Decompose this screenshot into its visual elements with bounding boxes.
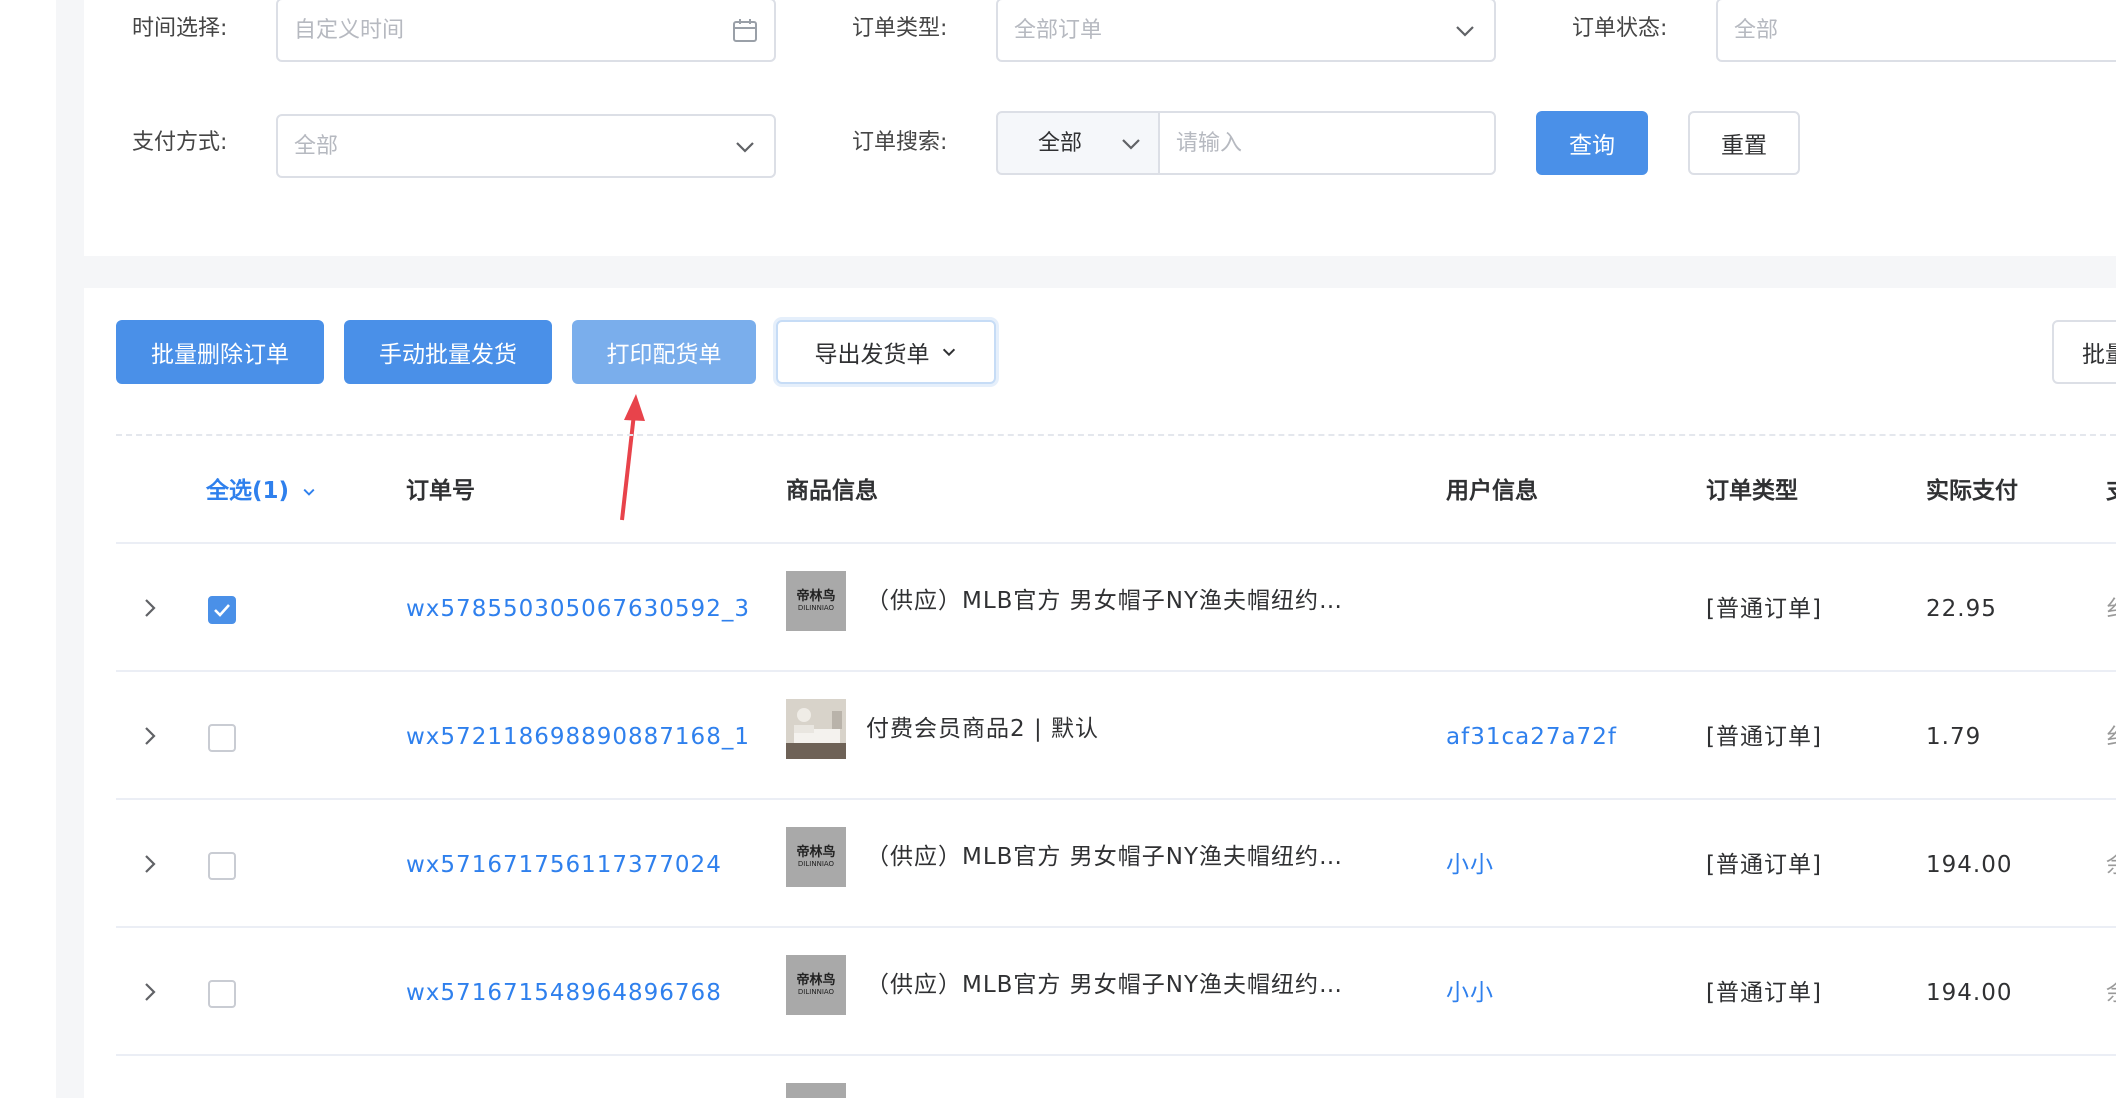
query-button[interactable]: 查询 — [1536, 111, 1648, 175]
calendar-icon — [733, 19, 757, 42]
order-search-placeholder: 请输入 — [1176, 131, 1243, 156]
chevron-right-icon[interactable] — [140, 598, 160, 618]
row-checkbox[interactable] — [208, 852, 236, 880]
column-product: 商品信息 — [786, 478, 878, 504]
chevron-right-icon[interactable] — [140, 982, 160, 1002]
thumbnail-brand-sub: DILINNIAO — [797, 860, 835, 868]
row-divider — [116, 1054, 2116, 1056]
chevron-down-icon — [736, 142, 754, 153]
pay-method-select[interactable]: 全部 — [276, 114, 776, 178]
batch-delete-button[interactable]: 批量删除订单 — [116, 320, 324, 384]
user-info-link[interactable]: af31ca27a72f — [1446, 722, 1617, 752]
order-type-value: [普通订单] — [1706, 852, 1822, 878]
column-order-no: 订单号 — [406, 478, 475, 504]
column-partial: 支 — [2106, 476, 2116, 506]
product-name: （供应）MLB官方 男女帽子NY渔夫帽纽约… — [866, 844, 1344, 870]
paid-amount: 1.79 — [1926, 724, 1982, 750]
product-name: （供应）MLB官方 男女帽子NY渔夫帽纽约… — [866, 588, 1344, 614]
reset-button[interactable]: 重置 — [1688, 111, 1800, 175]
row-divider — [116, 542, 2116, 544]
clipped-cell: 余 — [2106, 978, 2116, 1008]
paid-amount: 22.95 — [1926, 596, 1997, 622]
select-all-toggle[interactable]: 全选(1) — [206, 476, 317, 506]
order-type-value: [普通订单] — [1706, 980, 1822, 1006]
chevron-right-icon[interactable] — [140, 726, 160, 746]
row-divider — [116, 670, 2116, 672]
time-range-placeholder: 自定义时间 — [294, 18, 405, 43]
thumbnail-brand: 帝林鸟 — [796, 845, 836, 860]
column-order-type: 订单类型 — [1706, 478, 1798, 504]
row-divider — [116, 926, 2116, 928]
row-checkbox[interactable] — [208, 596, 236, 624]
chevron-right-icon[interactable] — [140, 854, 160, 874]
order-number-link[interactable]: wx578550305067630592_3 — [406, 594, 750, 624]
order-number-link[interactable]: wx571671756117377024 — [406, 850, 722, 880]
chevron-down-icon — [303, 488, 315, 496]
export-shipping-label: 导出发货单 — [814, 342, 930, 368]
export-shipping-button[interactable]: 导出发货单 — [776, 320, 996, 384]
paid-amount: 194.00 — [1926, 852, 2013, 878]
order-search-input[interactable]: 请输入 — [1158, 111, 1496, 175]
order-status-label: 订单状态: — [1572, 16, 1668, 41]
order-type-value: [普通订单] — [1706, 724, 1822, 750]
time-range-picker[interactable]: 自定义时间 — [276, 0, 776, 62]
bedroom-image-icon — [786, 699, 846, 759]
thumbnail-brand-sub: DILINNIAO — [797, 988, 835, 996]
search-scope-select[interactable]: 全部 — [996, 111, 1160, 175]
order-number-link[interactable]: wx572118698890887168_1 — [406, 722, 750, 752]
row-checkbox[interactable] — [208, 980, 236, 1008]
order-status-select[interactable]: 全部 — [1716, 0, 2116, 62]
clipped-cell: 余 — [2106, 850, 2116, 880]
user-info-link[interactable]: 小小 — [1446, 850, 1494, 880]
check-icon — [214, 604, 230, 617]
row-divider — [116, 798, 2116, 800]
chevron-down-icon — [942, 348, 955, 357]
column-paid: 实际支付 — [1926, 478, 2018, 504]
thumbnail-brand-sub: DILINNIAO — [797, 604, 835, 612]
product-name: （供应）MLB官方 男女帽子NY渔夫帽纽约… — [866, 972, 1344, 998]
row-checkbox[interactable] — [208, 724, 236, 752]
product-thumbnail[interactable]: 帝林鸟 DILINNIAO — [786, 827, 846, 887]
order-type-select[interactable]: 全部订单 — [996, 0, 1496, 62]
order-search-label: 订单搜索: — [852, 130, 948, 155]
clipped-cell: 纟 — [2106, 594, 2116, 624]
product-thumbnail-partial[interactable] — [786, 1083, 846, 1098]
clipped-cell: 纟 — [2106, 722, 2116, 752]
chevron-down-icon — [1456, 26, 1474, 37]
batch-action-button-partial[interactable]: 批量 — [2052, 320, 2116, 384]
time-filter-label: 时间选择: — [132, 16, 228, 41]
left-sidebar-edge — [0, 0, 56, 1098]
order-type-value: [普通订单] — [1706, 596, 1822, 622]
thumbnail-brand: 帝林鸟 — [796, 589, 836, 604]
product-thumbnail[interactable] — [786, 699, 846, 759]
order-status-value: 全部 — [1734, 18, 1779, 43]
order-type-value: 全部订单 — [1014, 18, 1103, 43]
user-info-link[interactable]: 小小 — [1446, 978, 1494, 1008]
batch-ship-button[interactable]: 手动批量发货 — [344, 320, 552, 384]
search-scope-value: 全部 — [1038, 131, 1083, 156]
product-name: 付费会员商品2 | 默认 — [866, 716, 1100, 742]
toolbar-divider — [116, 434, 2116, 436]
order-number-link[interactable]: wx571671548964896768 — [406, 978, 722, 1008]
order-type-label: 订单类型: — [852, 16, 948, 41]
batch-action-label: 批量 — [2082, 342, 2116, 368]
product-thumbnail[interactable]: 帝林鸟 DILINNIAO — [786, 955, 846, 1015]
thumbnail-brand: 帝林鸟 — [796, 973, 836, 988]
pay-method-label: 支付方式: — [132, 130, 228, 155]
select-all-label: 全选(1) — [206, 478, 290, 504]
pay-method-value: 全部 — [294, 134, 339, 159]
annotation-arrow — [620, 394, 645, 521]
chevron-down-icon — [1122, 139, 1140, 150]
print-picking-list-button[interactable]: 打印配货单 — [572, 320, 756, 384]
product-thumbnail[interactable]: 帝林鸟 DILINNIAO — [786, 571, 846, 631]
column-user: 用户信息 — [1446, 478, 1538, 504]
paid-amount: 194.00 — [1926, 980, 2013, 1006]
